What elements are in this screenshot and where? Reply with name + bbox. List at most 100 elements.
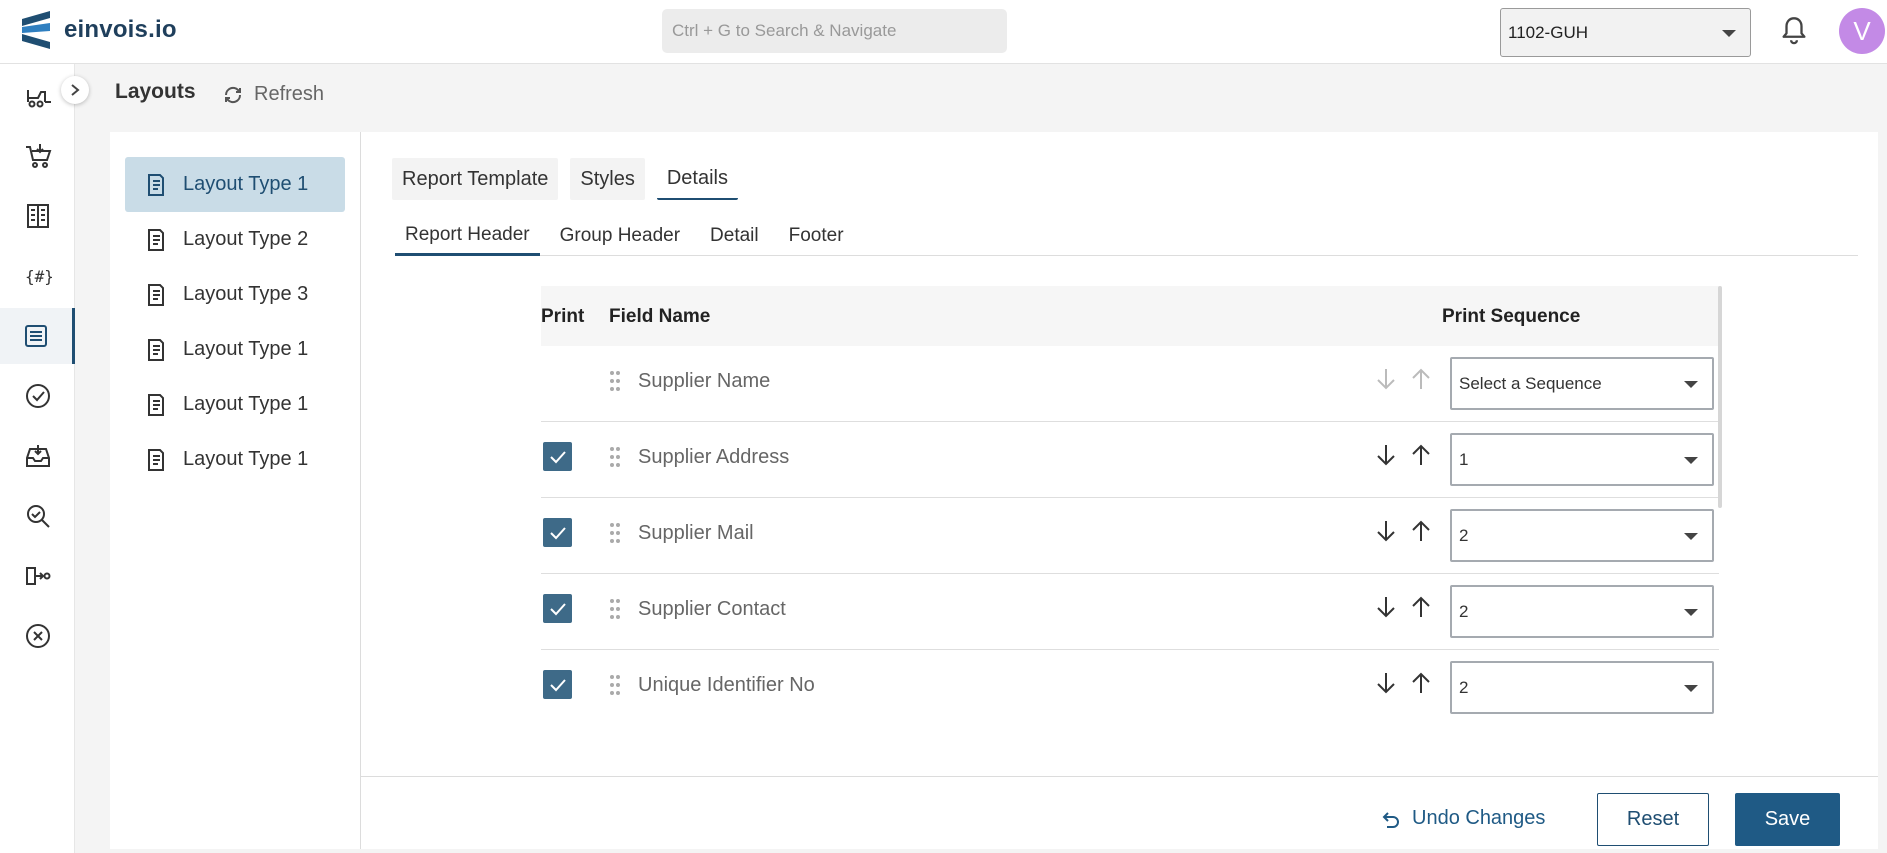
chevron-down-icon	[1684, 609, 1698, 616]
rail-item-layouts[interactable]	[0, 308, 75, 364]
undo-changes-label: Undo Changes	[1412, 807, 1546, 829]
company-select-value: 1102-GUH	[1508, 22, 1588, 42]
layout-list: Layout Type 1 Layout Type 2 Layout Type …	[110, 132, 361, 849]
rail-item-cancel[interactable]	[0, 608, 75, 664]
forklift-icon	[26, 90, 51, 108]
field-name: Supplier Mail	[638, 522, 754, 544]
chevron-down-icon	[1684, 457, 1698, 464]
header-print: Print	[541, 306, 585, 327]
arrow-down-icon[interactable]	[1374, 442, 1398, 468]
print-sequence-value: 2	[1459, 601, 1469, 621]
undo-changes-button[interactable]: Undo Changes	[1380, 807, 1545, 830]
arrow-up-icon[interactable]	[1409, 366, 1433, 392]
arrow-down-icon[interactable]	[1374, 366, 1398, 392]
arrow-down-icon[interactable]	[1374, 670, 1398, 696]
arrow-up-icon[interactable]	[1409, 670, 1433, 696]
rail-item-hash[interactable]: {#}	[0, 248, 75, 304]
subtab-report-header[interactable]: Report Header	[395, 216, 540, 256]
drag-handle-icon[interactable]	[609, 598, 621, 620]
print-checkbox[interactable]	[543, 594, 572, 623]
avatar-initial: V	[1853, 15, 1871, 46]
print-sequence-value: 2	[1459, 525, 1469, 545]
cancel-circle-icon	[25, 624, 50, 648]
drag-handle-icon[interactable]	[609, 370, 621, 392]
field-name: Supplier Contact	[638, 598, 786, 620]
table-row: Supplier Mail 2	[541, 498, 1719, 574]
document-icon	[148, 228, 164, 251]
chevron-down-icon	[1684, 533, 1698, 540]
subtab-group-header[interactable]: Group Header	[550, 216, 690, 256]
layout-item-label: Layout Type 1	[183, 173, 309, 195]
table-row: Supplier Contact 2	[541, 574, 1719, 650]
print-sequence-select[interactable]: 2	[1450, 585, 1714, 638]
table-row: Supplier Address 1	[541, 422, 1719, 498]
table-scrollbar[interactable]	[1718, 286, 1722, 508]
arrow-down-icon[interactable]	[1374, 518, 1398, 544]
tab-styles[interactable]: Styles	[570, 158, 645, 200]
rail-expand-button[interactable]	[61, 76, 89, 104]
layout-item-label: Layout Type 1	[183, 448, 309, 470]
print-checkbox[interactable]	[543, 670, 572, 699]
field-name: Supplier Name	[638, 370, 771, 392]
search-input[interactable]	[662, 9, 1007, 53]
print-sequence-value: 2	[1459, 677, 1469, 697]
layout-item-label: Layout Type 1	[183, 393, 309, 415]
print-checkbox[interactable]	[543, 442, 572, 471]
tab-details[interactable]: Details	[656, 158, 738, 200]
table-header: Print Field Name Print Sequence	[541, 286, 1719, 346]
flow-icon	[25, 567, 50, 585]
rail-item-ledger[interactable]	[0, 188, 75, 244]
search-document-icon	[26, 505, 50, 528]
save-button[interactable]: Save	[1735, 793, 1840, 846]
bell-icon[interactable]	[1780, 16, 1808, 46]
print-sequence-select[interactable]: 2	[1450, 509, 1714, 562]
ledger-icon	[26, 204, 49, 228]
avatar[interactable]: V	[1839, 8, 1885, 54]
rail-item-cart[interactable]	[0, 128, 75, 184]
layout-item[interactable]: Layout Type 2	[125, 212, 345, 267]
table-row: Unique Identifier No 2	[541, 650, 1719, 726]
arrow-up-icon[interactable]	[1409, 442, 1433, 468]
left-rail: {#}	[0, 64, 75, 853]
print-sequence-select[interactable]: Select a Sequence	[1450, 357, 1714, 410]
inbox-download-icon	[25, 445, 50, 467]
cart-icon	[25, 144, 51, 168]
document-icon	[148, 338, 164, 361]
rail-item-search-docs[interactable]	[0, 488, 75, 544]
rail-item-flow[interactable]	[0, 548, 75, 604]
app-logo[interactable]: einvois.io	[20, 11, 177, 49]
tab-report-template[interactable]: Report Template	[392, 158, 559, 200]
arrow-up-icon[interactable]	[1409, 594, 1433, 620]
drag-handle-icon[interactable]	[609, 522, 621, 544]
subtab-footer[interactable]: Footer	[779, 216, 854, 256]
checkmark-icon	[549, 526, 566, 539]
layout-item[interactable]: Layout Type 1	[125, 432, 345, 487]
print-sequence-value: Select a Sequence	[1459, 373, 1602, 393]
drag-handle-icon[interactable]	[609, 674, 621, 696]
layout-item-label: Layout Type 1	[183, 338, 309, 360]
company-select[interactable]: 1102-GUH	[1500, 8, 1751, 57]
arrow-up-icon[interactable]	[1409, 518, 1433, 544]
field-name: Supplier Address	[638, 446, 790, 468]
rail-item-inbox[interactable]	[0, 428, 75, 484]
rail-item-approve[interactable]	[0, 368, 75, 424]
refresh-button[interactable]: Refresh	[222, 83, 324, 106]
logo-text: einvois.io	[64, 16, 177, 43]
print-sequence-select[interactable]: 2	[1450, 661, 1714, 714]
print-checkbox[interactable]	[543, 518, 572, 547]
field-name: Unique Identifier No	[638, 674, 815, 696]
tab-bar: Report Template Styles Details	[392, 158, 750, 200]
arrow-down-icon[interactable]	[1374, 594, 1398, 620]
reset-button[interactable]: Reset	[1597, 793, 1709, 846]
refresh-icon	[224, 86, 242, 103]
layout-item[interactable]: Layout Type 1	[125, 377, 345, 432]
print-sequence-select[interactable]: 1	[1450, 433, 1714, 486]
chevron-down-icon	[1722, 30, 1736, 37]
hash-braces-icon: {#}	[25, 267, 52, 286]
subtab-detail[interactable]: Detail	[700, 216, 769, 256]
layout-item[interactable]: Layout Type 1	[125, 322, 345, 377]
drag-handle-icon[interactable]	[609, 446, 621, 468]
checkmark-icon	[549, 678, 566, 691]
layout-item[interactable]: Layout Type 3	[125, 267, 345, 322]
layout-item[interactable]: Layout Type 1	[125, 157, 345, 212]
